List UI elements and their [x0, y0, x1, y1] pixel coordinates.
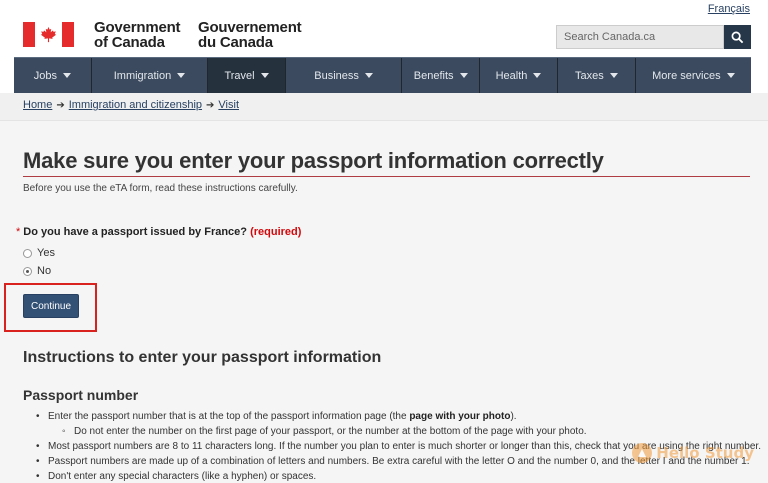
breadcrumb-home[interactable]: Home [23, 99, 52, 111]
page-title: Make sure you enter your passport inform… [23, 148, 604, 173]
intro-text: Before you use the eTA form, read these … [23, 183, 298, 194]
list-item: Do not enter the number on the first pag… [36, 424, 751, 439]
continue-button[interactable]: Continue [23, 294, 79, 318]
radio-label: Yes [37, 247, 55, 259]
instructions-heading: Instructions to enter your passport info… [23, 349, 382, 366]
menu-item-jobs[interactable]: Jobs [14, 58, 92, 93]
wordmark-french: Gouvernement du Canada [198, 19, 302, 51]
chevron-down-icon [177, 73, 186, 78]
radio-no[interactable]: No [23, 265, 51, 277]
passport-number-heading: Passport number [23, 387, 139, 403]
chevron-down-icon [459, 73, 468, 78]
language-toggle-link[interactable]: Français [708, 3, 750, 15]
main-menu: Jobs Immigration Travel Business Benefit… [14, 57, 752, 93]
wordmark-english: Government of Canada [94, 19, 181, 51]
passport-question: * Do you have a passport issued by France… [16, 226, 301, 238]
required-asterisk: * [16, 226, 21, 238]
menu-item-travel[interactable]: Travel [208, 58, 286, 93]
search-input[interactable] [556, 25, 724, 49]
chevron-down-icon [260, 73, 269, 78]
breadcrumb-visit[interactable]: Visit [218, 99, 239, 111]
chevron-down-icon [364, 73, 373, 78]
main-content: Make sure you enter your passport inform… [0, 121, 768, 483]
watermark-text: Hello Study [656, 444, 754, 462]
maple-leaf-icon [40, 26, 57, 43]
search-bar [556, 25, 751, 49]
menu-item-benefits[interactable]: Benefits [402, 58, 481, 93]
search-button[interactable] [724, 25, 751, 49]
radio-yes[interactable]: Yes [23, 247, 55, 259]
radio-label: No [37, 265, 52, 277]
chevron-down-icon [533, 73, 542, 78]
required-label: (required) [250, 226, 302, 238]
menu-item-business[interactable]: Business [285, 58, 403, 93]
chevron-down-icon [726, 73, 735, 78]
menu-item-taxes[interactable]: Taxes [557, 58, 636, 93]
canada-flag-logo [23, 22, 74, 47]
arrow-right-icon: ➔ [206, 100, 215, 111]
watermark: Hello Study [632, 443, 754, 463]
watermark-logo-icon [632, 443, 653, 463]
radio-circle[interactable] [23, 248, 32, 258]
breadcrumb-immigration[interactable]: Immigration and citizenship [69, 99, 202, 111]
search-icon [731, 31, 744, 43]
menu-item-health[interactable]: Health [480, 58, 558, 93]
chevron-down-icon [609, 73, 618, 78]
menu-item-more-services[interactable]: More services [635, 58, 752, 93]
question-text: Do you have a passport issued by France? [23, 226, 248, 238]
radio-circle[interactable] [23, 266, 32, 276]
menu-item-immigration[interactable]: Immigration [91, 58, 209, 93]
list-item: Don't enter any special characters (like… [36, 469, 751, 483]
title-divider [23, 176, 750, 177]
arrow-right-icon: ➔ [56, 100, 65, 111]
chevron-down-icon [63, 73, 72, 78]
list-item: Enter the passport number that is at the… [36, 409, 751, 424]
breadcrumb: Home ➔ Immigration and citizenship ➔ Visit [0, 93, 768, 121]
